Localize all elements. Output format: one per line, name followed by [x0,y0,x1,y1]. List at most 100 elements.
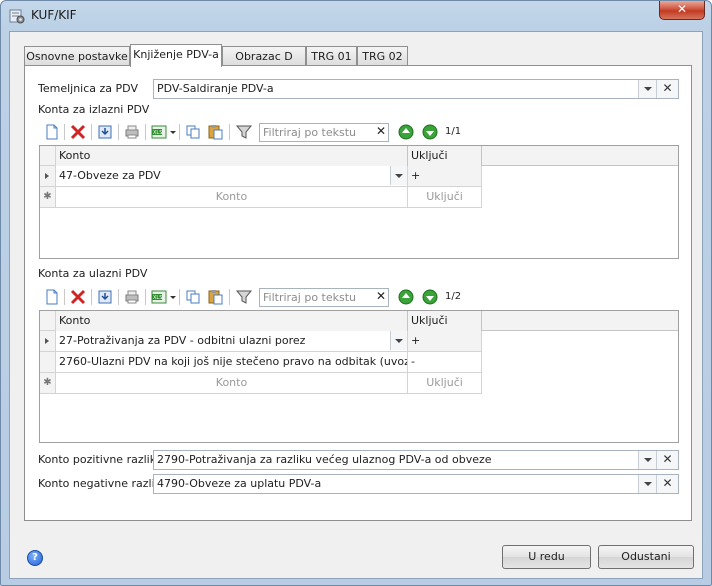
new-konto-cell[interactable]: Konto [56,373,408,394]
tab-obrazac-d-pdv[interactable]: Obrazac D PDV [222,46,306,82]
svg-text:XLS: XLS [153,295,162,301]
toolbar-separator [118,289,119,305]
settings-app-icon [9,9,25,24]
export-dropdown-icon[interactable] [170,296,176,299]
toolbar-separator [229,289,230,305]
print-icon[interactable] [123,123,141,141]
filter-icon[interactable] [235,123,253,141]
excel-export-icon[interactable]: XLS [150,288,168,306]
table-row[interactable]: 2760-Ulazni PDV na koji još nije stečeno… [40,352,482,373]
toolbar-separator [145,289,146,305]
row-indicator-header [40,146,56,166]
clear-icon[interactable]: ✕ [656,80,678,98]
new-record-icon[interactable] [43,123,61,141]
excel-export-icon[interactable]: XLS [150,123,168,141]
izlazni-filter-input[interactable]: Filtriraj po tekstu ✕ [259,123,389,142]
toolbar-separator [64,124,65,140]
move-up-icon[interactable] [397,123,415,141]
dialog-body: Osnovne postavke Knjiženje PDV-a Obrazac… [9,31,703,579]
help-icon[interactable]: ? [27,550,43,566]
save-icon[interactable] [96,288,114,306]
chevron-down-icon[interactable] [638,80,656,98]
current-row-indicator [40,166,56,187]
current-row-indicator [40,331,56,352]
ukljuci-cell[interactable]: + [408,166,482,187]
toolbar-separator [229,124,230,140]
konto-value: 27-Potraživanja za PDV - odbitni ulazni … [59,334,306,347]
ukljuci-cell[interactable]: + [408,331,482,352]
chevron-down-icon[interactable] [390,166,407,185]
konto-cell[interactable]: 2760-Ulazni PDV na koji još nije stečeno… [56,352,408,373]
column-header-ukljuci[interactable]: Uključi [408,311,482,331]
konto-value: 47-Obveze za PDV [59,169,161,182]
temeljnica-value: PDV-Saldiranje PDV-a [157,82,274,95]
ukljuci-cell[interactable]: - [408,352,482,373]
tab-knjizenje-pdv[interactable]: Knjiženje PDV-a [130,44,222,67]
column-header-ukljuci[interactable]: Uključi [408,146,482,166]
toolbar-separator [145,124,146,140]
new-ukljuci-cell[interactable]: Uključi [408,187,482,208]
column-header-konto[interactable]: Konto [56,311,408,331]
toolbar-separator [91,289,92,305]
pozitivne-combo[interactable]: 2790-Potraživanja za razliku većeg ulazn… [153,450,679,470]
new-row-icon: ✱ [40,187,56,208]
chevron-down-icon[interactable] [638,475,656,493]
move-down-icon[interactable] [421,123,439,141]
toolbar-separator [91,124,92,140]
row-indicator-header [40,311,56,331]
filter-placeholder: Filtriraj po tekstu [263,126,357,139]
temeljnica-combo[interactable]: PDV-Saldiranje PDV-a ✕ [153,79,679,99]
tab-panel-knjizenje: Temeljnica za PDV PDV-Saldiranje PDV-a ✕… [24,65,692,521]
new-row[interactable]: ✱ Konto Uključi [40,373,482,394]
clear-icon[interactable]: ✕ [656,451,678,469]
tab-osnovne-postavke[interactable]: Osnovne postavke [24,46,130,66]
chevron-down-icon[interactable] [390,331,407,350]
ok-button[interactable]: U redu [502,545,591,569]
close-window-button[interactable]: ✕ [659,1,705,20]
save-icon[interactable] [96,123,114,141]
tab-trg-01[interactable]: TRG 01 [306,46,357,66]
export-dropdown-icon[interactable] [170,131,176,134]
copy-icon[interactable] [184,123,202,141]
new-record-icon[interactable] [43,288,61,306]
print-icon[interactable] [123,288,141,306]
negativne-label: Konto negativne razlike [38,477,168,490]
new-row-icon: ✱ [40,373,56,394]
izlazni-toolbar: XLS Filtriraj po tekstu ✕ 1/1 [39,120,679,144]
new-konto-cell[interactable]: Konto [56,187,408,208]
title-bar[interactable]: KUF/KIF ✕ [1,1,711,29]
ulazni-filter-input[interactable]: Filtriraj po tekstu ✕ [259,288,389,307]
delete-icon[interactable] [69,123,87,141]
filter-placeholder: Filtriraj po tekstu [263,291,357,304]
izlazni-section-label: Konta za izlazni PDV [38,103,150,116]
clear-icon[interactable]: ✕ [656,475,678,493]
move-down-icon[interactable] [421,288,439,306]
pozitivne-value: 2790-Potraživanja za razliku većeg ulazn… [157,453,492,466]
delete-icon[interactable] [69,288,87,306]
clear-filter-icon[interactable]: ✕ [376,124,386,138]
copy-icon[interactable] [184,288,202,306]
filter-icon[interactable] [235,288,253,306]
negativne-value: 4790-Obveze za uplatu PDV-a [157,477,322,490]
new-ukljuci-cell[interactable]: Uključi [408,373,482,394]
chevron-down-icon[interactable] [638,451,656,469]
izlazni-page-indicator: 1/1 [445,126,462,137]
toolbar-separator [179,124,180,140]
paste-icon[interactable] [206,288,224,306]
tab-trg-02[interactable]: TRG 02 [357,46,408,66]
new-row[interactable]: ✱ Konto Uključi [40,187,482,208]
move-up-icon[interactable] [397,288,415,306]
negativne-combo[interactable]: 4790-Obveze za uplatu PDV-a ✕ [153,474,679,494]
clear-filter-icon[interactable]: ✕ [376,289,386,303]
table-row[interactable]: 47-Obveze za PDV + [40,166,482,187]
konto-cell[interactable]: 27-Potraživanja za PDV - odbitni ulazni … [56,331,408,352]
izlazni-grid: Konto Uključi 47-Obveze za PDV + ✱ Konto… [39,145,679,259]
konto-cell[interactable]: 47-Obveze za PDV [56,166,408,187]
window-title: KUF/KIF [31,8,77,22]
paste-icon[interactable] [206,123,224,141]
cancel-button[interactable]: Odustani [598,545,694,569]
column-header-konto[interactable]: Konto [56,146,408,166]
row-indicator [40,352,56,373]
table-row[interactable]: 27-Potraživanja za PDV - odbitni ulazni … [40,331,482,352]
toolbar-separator [64,289,65,305]
